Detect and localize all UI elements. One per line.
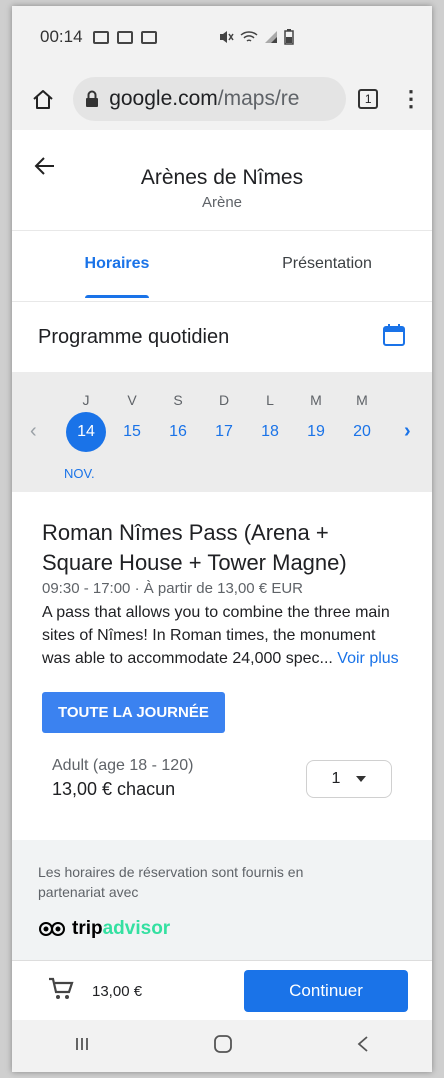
place-title: Arènes de Nîmes bbox=[140, 166, 304, 189]
schedule-title: Programme quotidien bbox=[38, 325, 230, 348]
status-bar: 00:14 bbox=[12, 6, 432, 68]
tab-switcher-button[interactable]: 1 bbox=[358, 89, 378, 109]
dropdown-caret-icon bbox=[356, 775, 367, 782]
tripadvisor-wordmark-advisor: advisor bbox=[102, 918, 171, 939]
tab-bar: Horaires Présentation bbox=[12, 231, 432, 302]
active-tab-indicator bbox=[85, 295, 149, 298]
month-label: NOV. bbox=[64, 466, 95, 481]
continue-button[interactable]: Continuer bbox=[244, 970, 408, 1012]
date-option[interactable]: 15 bbox=[112, 412, 152, 452]
product-description: A pass that allows you to combine the th… bbox=[42, 601, 402, 670]
system-nav-bar bbox=[12, 1020, 432, 1072]
place-category: Arène bbox=[201, 194, 243, 211]
signal-icon bbox=[265, 31, 277, 43]
tab-horaires-label: Horaires bbox=[84, 255, 150, 272]
url-host: google.com bbox=[109, 87, 218, 110]
weekday-label: L bbox=[266, 392, 274, 408]
quantity-value: 1 bbox=[331, 769, 341, 787]
mute-icon bbox=[220, 31, 234, 43]
ticket-row: Adult (age 18 - 120) 13,00 € chacun 1 bbox=[42, 757, 402, 800]
url-bar[interactable]: google.com/maps/re bbox=[73, 77, 347, 121]
tab-presentation[interactable]: Présentation bbox=[222, 231, 432, 301]
gallery-notification-icon bbox=[116, 30, 133, 44]
home-icon[interactable] bbox=[28, 84, 57, 114]
image-notification-icon bbox=[92, 30, 109, 44]
browser-toolbar: google.com/maps/re 1 ⋮ bbox=[12, 68, 432, 130]
wifi-icon bbox=[240, 31, 258, 42]
ticket-price: 13,00 € chacun bbox=[52, 779, 176, 799]
status-time: 00:14 bbox=[40, 27, 83, 46]
battery-icon bbox=[284, 29, 294, 45]
tripadvisor-owl-icon bbox=[39, 922, 65, 936]
calendar-icon[interactable] bbox=[382, 323, 406, 352]
quantity-dropdown[interactable]: 1 bbox=[306, 759, 392, 798]
see-more-link[interactable]: Voir plus bbox=[337, 650, 398, 667]
date-option[interactable]: 17 bbox=[204, 412, 244, 452]
date-option[interactable]: 19 bbox=[296, 412, 336, 452]
next-week-chevron-icon[interactable]: › bbox=[404, 420, 411, 443]
all-day-slot-button[interactable]: TOUTE LA JOURNÉE bbox=[42, 692, 225, 733]
home-nav-icon[interactable] bbox=[213, 1034, 233, 1059]
partner-notice: Les horaires de réservation sont fournis… bbox=[12, 840, 432, 960]
tab-horaires[interactable]: Horaires bbox=[12, 231, 222, 301]
product-card: Roman Nîmes Pass (Arena + Square House +… bbox=[12, 492, 432, 800]
cart-icon[interactable] bbox=[48, 977, 74, 1006]
app-notification-icon bbox=[140, 30, 157, 44]
weekday-label: V bbox=[127, 392, 137, 408]
date-row: 14 15 16 17 18 19 20 bbox=[12, 412, 432, 456]
recent-apps-icon[interactable] bbox=[74, 1036, 90, 1057]
weekday-label: S bbox=[173, 392, 183, 408]
phone-screen: 00:14 google.com/maps/re 1 ⋮ Arènes de N… bbox=[12, 6, 432, 1072]
overflow-menu-icon[interactable]: ⋮ bbox=[400, 86, 422, 112]
product-title: Roman Nîmes Pass (Arena + Square House +… bbox=[42, 520, 347, 575]
date-option[interactable]: 18 bbox=[250, 412, 290, 452]
lock-icon bbox=[86, 90, 99, 107]
cart-total: 13,00 € bbox=[92, 982, 143, 1000]
tripadvisor-wordmark-trip: trip bbox=[72, 918, 103, 939]
weekday-label: J bbox=[82, 392, 90, 408]
date-option[interactable]: 16 bbox=[158, 412, 198, 452]
date-picker: ‹ J V S D L M M 14 15 16 17 18 19 20 › N… bbox=[12, 372, 432, 492]
partner-text: Les horaires de réservation sont fournis… bbox=[38, 864, 304, 900]
checkout-bar: 13,00 € Continuer bbox=[12, 960, 432, 1021]
date-14-selected[interactable]: 14 bbox=[66, 412, 106, 452]
back-nav-icon[interactable] bbox=[356, 1035, 370, 1058]
product-hours-price: 09:30 - 17:00 · À partir de 13,00 € EUR bbox=[42, 580, 303, 597]
place-header: Arènes de Nîmes Arène bbox=[12, 130, 432, 231]
weekday-label: M bbox=[356, 392, 368, 408]
weekday-label: M bbox=[310, 392, 322, 408]
url-path: /maps/re bbox=[217, 87, 300, 110]
tripadvisor-logo: tripadvisor bbox=[38, 918, 406, 940]
tab-presentation-label: Présentation bbox=[282, 255, 372, 272]
weekday-row: J V S D L M M bbox=[12, 392, 432, 412]
weekday-label: D bbox=[218, 392, 230, 408]
ticket-type-label: Adult (age 18 - 120) bbox=[52, 757, 194, 774]
schedule-header: Programme quotidien bbox=[12, 302, 432, 372]
date-option[interactable]: 20 bbox=[342, 412, 382, 452]
